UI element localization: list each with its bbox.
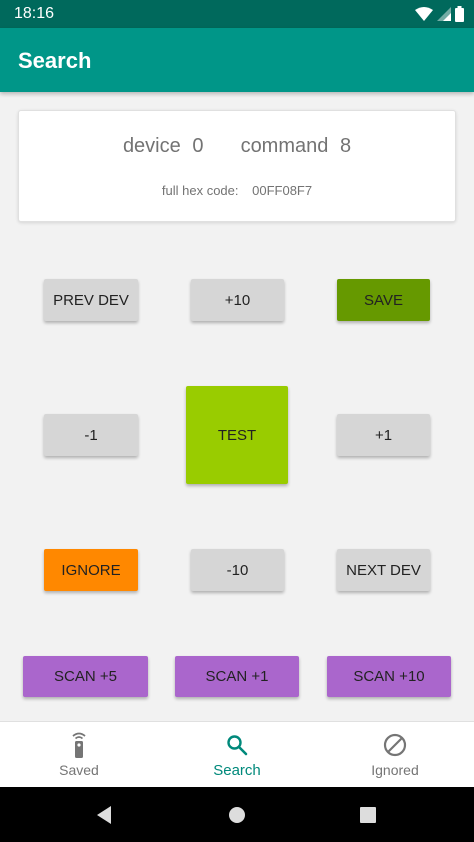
back-icon[interactable] (74, 787, 134, 842)
nav-label-saved: Saved (59, 762, 99, 778)
minus-10-button[interactable]: -10 (191, 549, 284, 591)
home-icon[interactable] (207, 787, 267, 842)
nav-label-search: Search (213, 762, 261, 779)
wifi-icon (415, 7, 433, 21)
minus-1-button[interactable]: -1 (44, 414, 138, 456)
hex-value: 00FF08F7 (252, 183, 313, 198)
device-label: device (122, 135, 181, 157)
status-time: 18:16 (14, 5, 55, 22)
app-bar: Search (0, 28, 474, 92)
nav-item-ignored[interactable]: Ignored (316, 722, 474, 788)
recents-icon[interactable] (338, 787, 398, 842)
status-bar: 18:16 (0, 0, 474, 28)
plus-10-button[interactable]: +10 (191, 279, 284, 321)
ignore-button[interactable]: IGNORE (44, 549, 138, 591)
prev-device-button[interactable]: PREV DEV (44, 279, 138, 321)
system-navigation-bar (0, 787, 474, 842)
scan-plus-5-button[interactable]: SCAN +5 (23, 656, 148, 697)
scan-plus-10-button[interactable]: SCAN +10 (327, 656, 451, 697)
nav-label-ignored: Ignored (371, 762, 419, 778)
bottom-navigation: Saved Search Ignored (0, 721, 474, 787)
block-icon (383, 731, 407, 759)
signal-icon (437, 7, 451, 21)
nav-item-search[interactable]: Search (158, 722, 316, 788)
search-icon (225, 731, 249, 759)
next-device-button[interactable]: NEXT DEV (337, 549, 430, 591)
device-value: 0 (192, 135, 204, 157)
hex-label: full hex code: (161, 183, 239, 198)
status-icons (415, 6, 464, 22)
command-label: command (240, 135, 329, 157)
app-title: Search (18, 48, 92, 73)
scan-plus-1-button[interactable]: SCAN +1 (175, 656, 299, 697)
code-info-card: device 0 command 8 full hex code: 00FF08… (18, 110, 456, 222)
nav-item-saved[interactable]: Saved (0, 722, 158, 788)
command-value: 8 (339, 135, 352, 157)
test-button[interactable]: TEST (186, 386, 288, 484)
remote-icon (69, 731, 89, 759)
save-button[interactable]: SAVE (337, 279, 430, 321)
device-command-line: device 0 command 8 (19, 135, 455, 158)
hex-code-line: full hex code: 00FF08F7 (19, 183, 455, 198)
battery-icon (455, 6, 464, 22)
plus-1-button[interactable]: +1 (337, 414, 430, 456)
